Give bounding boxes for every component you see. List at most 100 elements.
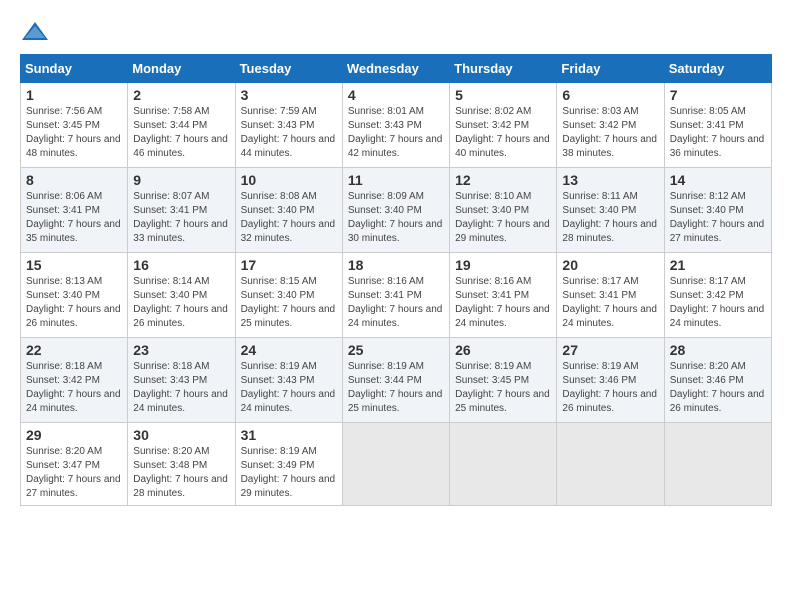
day-number: 18 bbox=[348, 257, 444, 273]
calendar-cell: 8 Sunrise: 8:06 AMSunset: 3:41 PMDaylight… bbox=[21, 168, 128, 253]
calendar-cell: 19 Sunrise: 8:16 AMSunset: 3:41 PMDayligh… bbox=[450, 253, 557, 338]
calendar-cell: 30Sunrise: 8:20 AMSunset: 3:48 PMDayligh… bbox=[128, 423, 235, 506]
day-number: 19 bbox=[455, 257, 551, 273]
day-number: 30 bbox=[133, 427, 229, 443]
day-info: Sunrise: 8:08 AMSunset: 3:40 PMDaylight:… bbox=[241, 190, 337, 246]
day-info: Sunrise: 8:16 AMSunset: 3:41 PMDaylight:… bbox=[348, 275, 444, 331]
day-info: Sunrise: 8:17 AMSunset: 3:42 PMDaylight:… bbox=[670, 275, 766, 331]
day-number: 14 bbox=[670, 172, 766, 188]
day-number: 28 bbox=[670, 342, 766, 358]
calendar-cell: 11 Sunrise: 8:09 AMSunset: 3:40 PMDayligh… bbox=[342, 168, 449, 253]
day-info: Sunrise: 8:09 AMSunset: 3:40 PMDaylight:… bbox=[348, 190, 444, 246]
day-number: 13 bbox=[562, 172, 658, 188]
day-info: Sunrise: 8:07 AMSunset: 3:41 PMDaylight:… bbox=[133, 190, 229, 246]
calendar-cell: 4 Sunrise: 8:01 AMSunset: 3:43 PMDaylight… bbox=[342, 83, 449, 168]
calendar-cell: 5 Sunrise: 8:02 AMSunset: 3:42 PMDaylight… bbox=[450, 83, 557, 168]
header-day-tuesday: Tuesday bbox=[235, 55, 342, 83]
day-number: 25 bbox=[348, 342, 444, 358]
day-number: 2 bbox=[133, 87, 229, 103]
calendar-cell: 14 Sunrise: 8:12 AMSunset: 3:40 PMDayligh… bbox=[664, 168, 771, 253]
calendar-cell: 15 Sunrise: 8:13 AMSunset: 3:40 PMDayligh… bbox=[21, 253, 128, 338]
week-row-3: 22Sunrise: 8:18 AMSunset: 3:42 PMDayligh… bbox=[21, 338, 772, 423]
day-number: 6 bbox=[562, 87, 658, 103]
logo bbox=[20, 20, 54, 44]
day-info: Sunrise: 7:58 AMSunset: 3:44 PMDaylight:… bbox=[133, 105, 229, 161]
week-row-1: 8 Sunrise: 8:06 AMSunset: 3:41 PMDaylight… bbox=[21, 168, 772, 253]
day-info: Sunrise: 8:01 AMSunset: 3:43 PMDaylight:… bbox=[348, 105, 444, 161]
day-number: 7 bbox=[670, 87, 766, 103]
calendar-cell: 17Sunrise: 8:15 AMSunset: 3:40 PMDayligh… bbox=[235, 253, 342, 338]
day-number: 17 bbox=[241, 257, 337, 273]
day-info: Sunrise: 7:56 AMSunset: 3:45 PMDaylight:… bbox=[26, 105, 122, 161]
calendar-cell: 23 Sunrise: 8:18 AMSunset: 3:43 PMDayligh… bbox=[128, 338, 235, 423]
day-info: Sunrise: 8:18 AMSunset: 3:42 PMDaylight:… bbox=[26, 360, 122, 416]
day-info: Sunrise: 8:19 AMSunset: 3:44 PMDaylight:… bbox=[348, 360, 444, 416]
day-info: Sunrise: 8:20 AMSunset: 3:47 PMDaylight:… bbox=[26, 445, 122, 501]
day-number: 10 bbox=[241, 172, 337, 188]
calendar-cell: 12 Sunrise: 8:10 AMSunset: 3:40 PMDayligh… bbox=[450, 168, 557, 253]
calendar-table: SundayMondayTuesdayWednesdayThursdayFrid… bbox=[20, 54, 772, 506]
header-day-sunday: Sunday bbox=[21, 55, 128, 83]
calendar-cell: 9 Sunrise: 8:07 AMSunset: 3:41 PMDaylight… bbox=[128, 168, 235, 253]
calendar-cell: 29 Sunrise: 8:20 AMSunset: 3:47 PMDayligh… bbox=[21, 423, 128, 506]
week-row-4: 29 Sunrise: 8:20 AMSunset: 3:47 PMDayligh… bbox=[21, 423, 772, 506]
calendar-cell: 18 Sunrise: 8:16 AMSunset: 3:41 PMDayligh… bbox=[342, 253, 449, 338]
calendar-cell bbox=[664, 423, 771, 506]
day-number: 23 bbox=[133, 342, 229, 358]
day-info: Sunrise: 8:17 AMSunset: 3:41 PMDaylight:… bbox=[562, 275, 658, 331]
calendar-cell: 10 Sunrise: 8:08 AMSunset: 3:40 PMDayligh… bbox=[235, 168, 342, 253]
day-info: Sunrise: 8:11 AMSunset: 3:40 PMDaylight:… bbox=[562, 190, 658, 246]
day-info: Sunrise: 8:19 AMSunset: 3:46 PMDaylight:… bbox=[562, 360, 658, 416]
calendar-cell: 28 Sunrise: 8:20 AMSunset: 3:46 PMDayligh… bbox=[664, 338, 771, 423]
header-row: SundayMondayTuesdayWednesdayThursdayFrid… bbox=[21, 55, 772, 83]
week-row-2: 15 Sunrise: 8:13 AMSunset: 3:40 PMDayligh… bbox=[21, 253, 772, 338]
header-day-saturday: Saturday bbox=[664, 55, 771, 83]
calendar-cell: 22Sunrise: 8:18 AMSunset: 3:42 PMDayligh… bbox=[21, 338, 128, 423]
day-number: 27 bbox=[562, 342, 658, 358]
calendar-cell: 27 Sunrise: 8:19 AMSunset: 3:46 PMDayligh… bbox=[557, 338, 664, 423]
day-number: 21 bbox=[670, 257, 766, 273]
day-number: 9 bbox=[133, 172, 229, 188]
calendar-cell: 21 Sunrise: 8:17 AMSunset: 3:42 PMDayligh… bbox=[664, 253, 771, 338]
calendar-body: 1 Sunrise: 7:56 AMSunset: 3:45 PMDaylight… bbox=[21, 83, 772, 506]
page-header bbox=[20, 20, 772, 44]
day-info: Sunrise: 8:12 AMSunset: 3:40 PMDaylight:… bbox=[670, 190, 766, 246]
day-info: Sunrise: 8:19 AMSunset: 3:43 PMDaylight:… bbox=[241, 360, 337, 416]
day-info: Sunrise: 8:20 AMSunset: 3:46 PMDaylight:… bbox=[670, 360, 766, 416]
day-number: 29 bbox=[26, 427, 122, 443]
calendar-cell bbox=[342, 423, 449, 506]
calendar-cell: 26 Sunrise: 8:19 AMSunset: 3:45 PMDayligh… bbox=[450, 338, 557, 423]
day-number: 15 bbox=[26, 257, 122, 273]
day-number: 11 bbox=[348, 172, 444, 188]
calendar-cell: 24 Sunrise: 8:19 AMSunset: 3:43 PMDayligh… bbox=[235, 338, 342, 423]
day-number: 3 bbox=[241, 87, 337, 103]
day-number: 24 bbox=[241, 342, 337, 358]
header-day-thursday: Thursday bbox=[450, 55, 557, 83]
day-number: 1 bbox=[26, 87, 122, 103]
day-info: Sunrise: 8:02 AMSunset: 3:42 PMDaylight:… bbox=[455, 105, 551, 161]
day-info: Sunrise: 8:05 AMSunset: 3:41 PMDaylight:… bbox=[670, 105, 766, 161]
day-number: 8 bbox=[26, 172, 122, 188]
day-info: Sunrise: 8:18 AMSunset: 3:43 PMDaylight:… bbox=[133, 360, 229, 416]
calendar-cell: 25 Sunrise: 8:19 AMSunset: 3:44 PMDayligh… bbox=[342, 338, 449, 423]
day-info: Sunrise: 8:10 AMSunset: 3:40 PMDaylight:… bbox=[455, 190, 551, 246]
day-info: Sunrise: 8:16 AMSunset: 3:41 PMDaylight:… bbox=[455, 275, 551, 331]
day-number: 31 bbox=[241, 427, 337, 443]
calendar-cell: 1 Sunrise: 7:56 AMSunset: 3:45 PMDaylight… bbox=[21, 83, 128, 168]
calendar-cell: 7 Sunrise: 8:05 AMSunset: 3:41 PMDaylight… bbox=[664, 83, 771, 168]
day-info: Sunrise: 8:06 AMSunset: 3:41 PMDaylight:… bbox=[26, 190, 122, 246]
calendar-cell: 6 Sunrise: 8:03 AMSunset: 3:42 PMDaylight… bbox=[557, 83, 664, 168]
day-info: Sunrise: 8:13 AMSunset: 3:40 PMDaylight:… bbox=[26, 275, 122, 331]
calendar-cell: 31Sunrise: 8:19 AMSunset: 3:49 PMDayligh… bbox=[235, 423, 342, 506]
day-info: Sunrise: 8:03 AMSunset: 3:42 PMDaylight:… bbox=[562, 105, 658, 161]
day-number: 26 bbox=[455, 342, 551, 358]
calendar-cell: 20Sunrise: 8:17 AMSunset: 3:41 PMDayligh… bbox=[557, 253, 664, 338]
day-number: 16 bbox=[133, 257, 229, 273]
day-number: 4 bbox=[348, 87, 444, 103]
day-info: Sunrise: 8:19 AMSunset: 3:45 PMDaylight:… bbox=[455, 360, 551, 416]
day-number: 12 bbox=[455, 172, 551, 188]
header-day-friday: Friday bbox=[557, 55, 664, 83]
logo-icon bbox=[20, 20, 50, 44]
day-number: 5 bbox=[455, 87, 551, 103]
calendar-cell bbox=[450, 423, 557, 506]
